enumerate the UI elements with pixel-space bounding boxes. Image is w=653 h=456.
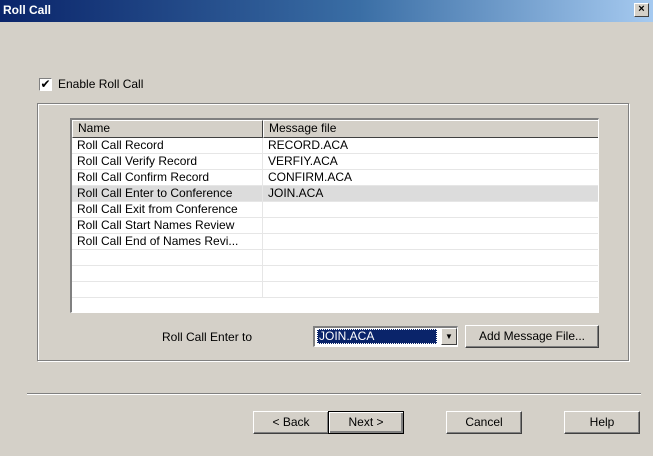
message-list[interactable]: Name Message file Roll Call Record RECORD… xyxy=(70,118,599,313)
checkmark-icon: ✔ xyxy=(40,77,51,91)
back-button[interactable]: < Back xyxy=(253,411,329,434)
message-file-combo[interactable]: JOIN.ACA ▼ xyxy=(313,326,458,347)
cancel-button[interactable]: Cancel xyxy=(446,411,522,434)
list-item[interactable] xyxy=(72,282,598,298)
combo-dropdown-button[interactable]: ▼ xyxy=(441,328,457,345)
grid-column-line xyxy=(262,138,263,298)
title-bar: Roll Call × xyxy=(0,0,653,22)
list-item[interactable]: Roll Call Record RECORD.ACA xyxy=(72,138,598,154)
list-header: Name Message file xyxy=(72,120,598,138)
next-button[interactable]: Next > xyxy=(328,411,404,434)
list-item[interactable]: Roll Call End of Names Revi... xyxy=(72,234,598,250)
list-item-message-file xyxy=(263,218,593,234)
list-item-name: Roll Call Start Names Review xyxy=(77,218,235,232)
list-item[interactable] xyxy=(72,266,598,282)
enable-roll-call-checkbox[interactable]: ✔ xyxy=(39,78,52,91)
enable-roll-call-label[interactable]: Enable Roll Call xyxy=(58,77,143,91)
separator xyxy=(27,393,641,395)
close-button[interactable]: × xyxy=(634,3,649,17)
list-item[interactable]: Roll Call Confirm Record CONFIRM.ACA xyxy=(72,170,598,186)
help-button[interactable]: Help xyxy=(564,411,640,434)
list-item-name: Roll Call Verify Record xyxy=(77,154,198,168)
list-item[interactable]: Roll Call Enter to Conference JOIN.ACA xyxy=(72,186,598,202)
column-header-message-file[interactable]: Message file xyxy=(263,120,598,138)
list-item-message-file: CONFIRM.ACA xyxy=(268,170,352,184)
list-item-name: Roll Call End of Names Revi... xyxy=(77,234,239,248)
list-item-message-file: JOIN.ACA xyxy=(268,186,324,200)
list-item-message-file xyxy=(263,234,593,250)
list-item-message-file: VERFIY.ACA xyxy=(268,154,338,168)
list-item-name: Roll Call Enter to Conference xyxy=(77,186,233,200)
list-item-name: Roll Call Exit from Conference xyxy=(77,202,238,216)
combo-label: Roll Call Enter to xyxy=(162,330,253,344)
list-item-message-file xyxy=(263,202,593,218)
column-header-name[interactable]: Name xyxy=(72,120,263,138)
window-title: Roll Call xyxy=(3,3,52,17)
add-message-file-button[interactable]: Add Message File... xyxy=(465,325,599,348)
list-item-name: Roll Call Record xyxy=(77,138,164,152)
list-item[interactable]: Roll Call Start Names Review xyxy=(72,218,598,234)
list-item-message-file: RECORD.ACA xyxy=(268,138,349,152)
chevron-down-icon: ▼ xyxy=(445,332,453,341)
combo-selected-value[interactable]: JOIN.ACA xyxy=(317,329,437,344)
list-item[interactable]: Roll Call Exit from Conference xyxy=(72,202,598,218)
list-item-name: Roll Call Confirm Record xyxy=(77,170,210,184)
list-item[interactable]: Roll Call Verify Record VERFIY.ACA xyxy=(72,154,598,170)
grid-line xyxy=(72,297,598,298)
close-icon: × xyxy=(638,3,645,15)
list-item[interactable] xyxy=(72,250,598,266)
